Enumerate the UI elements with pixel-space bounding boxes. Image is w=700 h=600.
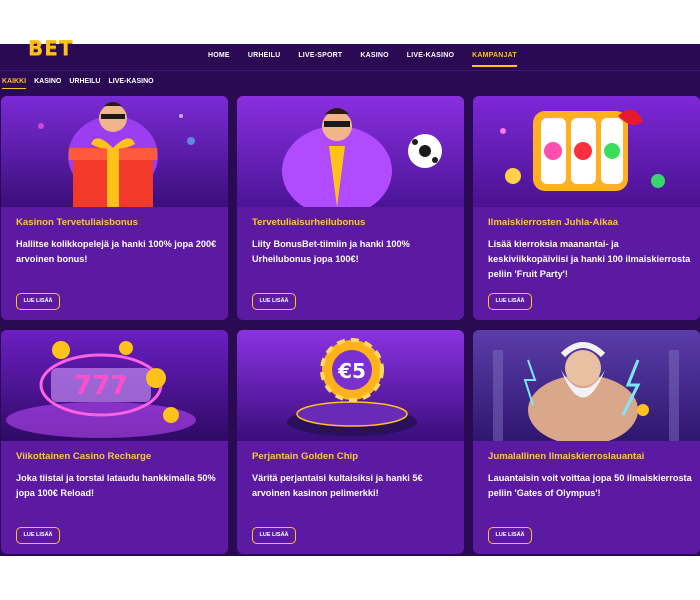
promo-description: Lisää kierroksia maanantai- ja keskiviik… — [488, 239, 691, 279]
promo-image — [473, 96, 700, 207]
chip-value-text: €5 — [337, 359, 366, 383]
nav-live-sport[interactable]: LIVE-SPORT — [298, 52, 342, 67]
nav-kasino[interactable]: KASINO — [360, 52, 388, 67]
nav-live-kasino[interactable]: LIVE-KASINO — [407, 52, 454, 67]
zeus-icon — [473, 330, 700, 441]
promo-title: Ilmaiskierrosten Juhla-Aikaa — [488, 217, 619, 228]
promo-card[interactable]: Jumalallinen Ilmaiskierroslauantai Lauan… — [473, 330, 700, 554]
promo-title: Viikottainen Casino Recharge — [16, 451, 152, 462]
filter-urheilu[interactable]: URHEILU — [69, 78, 100, 89]
promo-image: €5 — [237, 330, 464, 441]
promo-description: Liity BonusBet-tiimiin ja hanki 100% Urh… — [252, 239, 410, 264]
promo-card[interactable]: Ilmaiskierrosten Juhla-Aikaa Lisää kierr… — [473, 96, 700, 320]
filter-tabs: KAIKKI KASINO URHEILU LIVE-KASINO — [2, 78, 162, 89]
slot-777-text: 777 — [74, 371, 128, 401]
promo-description: Lauantaisin voit voittaa jopa 50 ilmaisk… — [488, 473, 692, 498]
nav-home[interactable]: HOME — [208, 52, 230, 67]
promo-title: Kasinon Tervetuliaisbonus — [16, 217, 138, 228]
promotions-page: BET HOME URHEILU LIVE-SPORT KASINO LIVE-… — [0, 36, 700, 556]
promo-description: Hallitse kolikkopelejä ja hanki 100% jop… — [16, 239, 217, 264]
fruit-slot-icon — [473, 96, 700, 207]
promo-image — [237, 96, 464, 207]
read-more-button[interactable]: LUE LISÄÄ — [488, 293, 532, 310]
nav-kampanjat[interactable]: KAMPANJAT — [472, 52, 517, 67]
filter-live-kasino[interactable]: LIVE-KASINO — [108, 78, 153, 89]
main-nav: HOME URHEILU LIVE-SPORT KASINO LIVE-KASI… — [208, 52, 535, 67]
promo-title: Perjantain Golden Chip — [252, 451, 359, 462]
logo[interactable]: BET — [28, 36, 74, 60]
promo-card[interactable]: €5 Perjantain Golden Chip Väritä perjant… — [237, 330, 464, 554]
nav-urheilu[interactable]: URHEILU — [248, 52, 281, 67]
read-more-button[interactable]: LUE LISÄÄ — [252, 293, 296, 310]
promo-image — [473, 330, 700, 441]
read-more-button[interactable]: LUE LISÄÄ — [16, 293, 60, 310]
promo-image: 777 — [1, 330, 228, 441]
top-navigation: BET HOME URHEILU LIVE-SPORT KASINO LIVE-… — [0, 36, 700, 71]
promo-description: Väritä perjantaisi kultaisiksi ja hanki … — [252, 473, 423, 498]
read-more-button[interactable]: LUE LISÄÄ — [488, 527, 532, 544]
golden-chip-icon: €5 — [237, 330, 464, 441]
promo-description: Joka tiistai ja torstai lataudu hankkima… — [16, 473, 216, 498]
promo-title: Jumalallinen Ilmaiskierroslauantai — [488, 451, 645, 462]
filter-kasino[interactable]: KASINO — [34, 78, 61, 89]
promo-title: Tervetuliaisurheilubonus — [252, 217, 366, 228]
mascot-football-icon — [237, 96, 464, 207]
promo-card[interactable]: Kasinon Tervetuliaisbonus Hallitse kolik… — [1, 96, 228, 320]
promo-image — [1, 96, 228, 207]
promo-card[interactable]: 777 Viikottainen Casino Recharge Joka ti… — [1, 330, 228, 554]
read-more-button[interactable]: LUE LISÄÄ — [16, 527, 60, 544]
read-more-button[interactable]: LUE LISÄÄ — [252, 527, 296, 544]
filter-kaikki[interactable]: KAIKKI — [2, 78, 27, 89]
promo-card[interactable]: Tervetuliaisurheilubonus Liity BonusBet-… — [237, 96, 464, 320]
mascot-gift-icon — [1, 96, 228, 207]
slot-777-icon: 777 — [1, 330, 228, 441]
